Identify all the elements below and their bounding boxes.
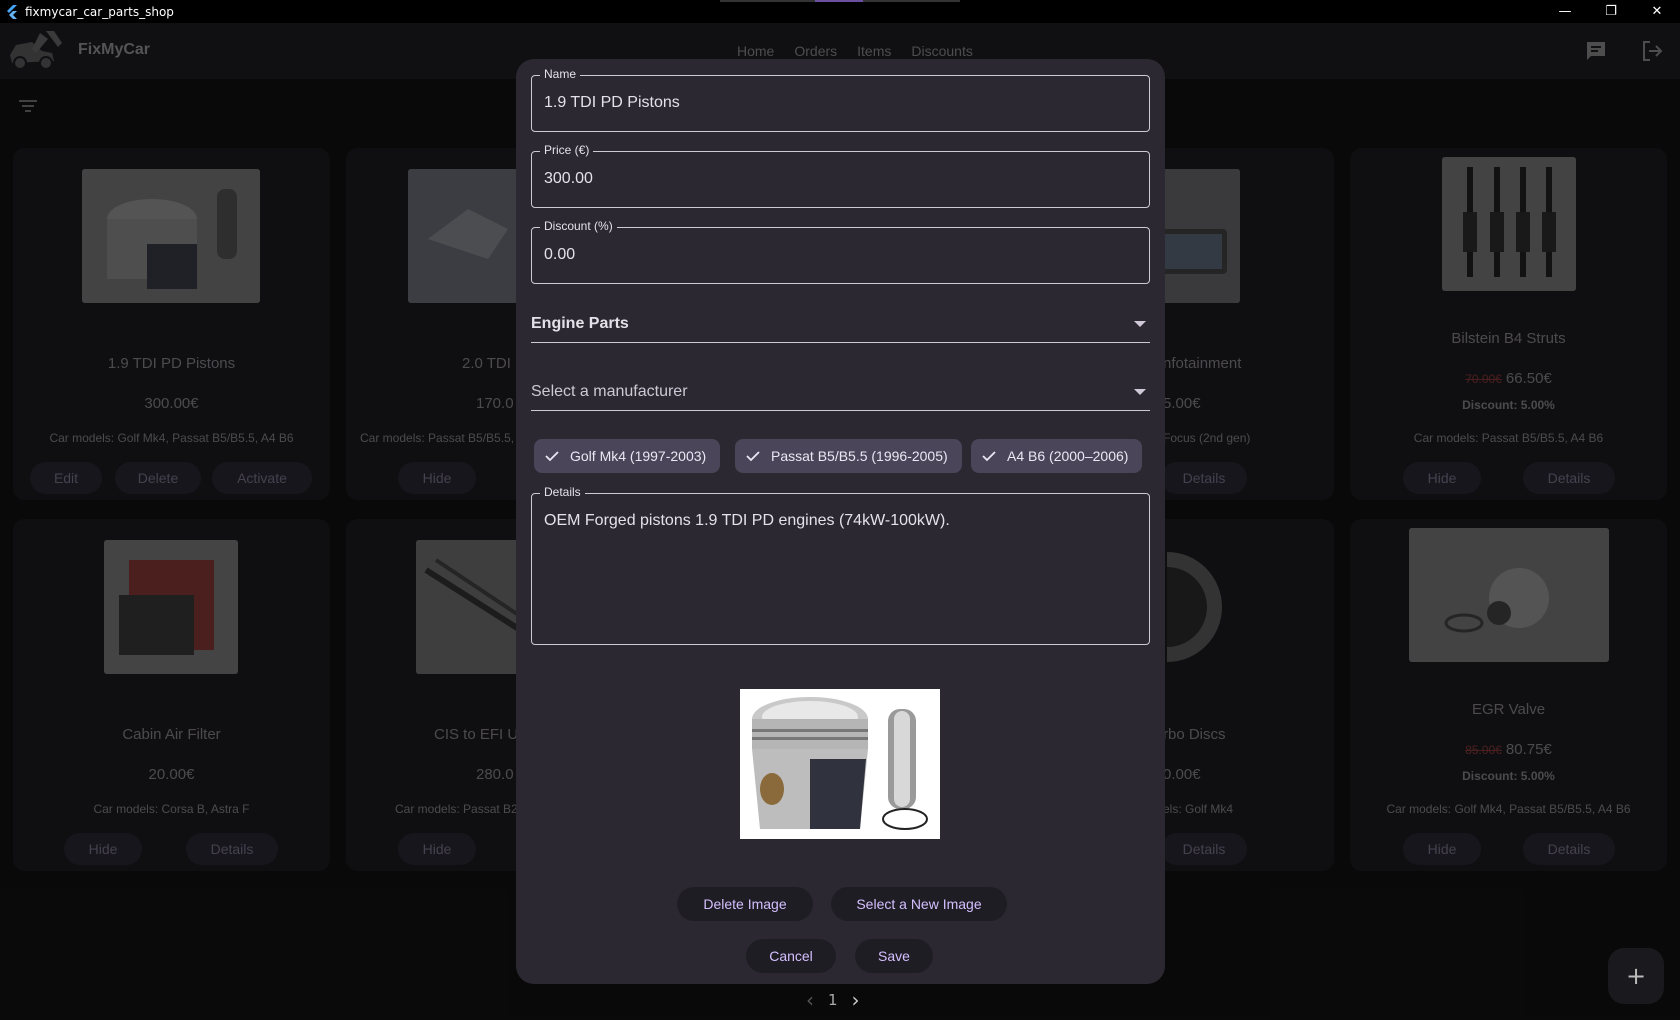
check-icon	[545, 451, 559, 462]
chip-a4-b6[interactable]: A4 B6 (2000–2006)	[971, 439, 1143, 473]
edit-item-dialog: Name 1.9 TDI PD Pistons Price (€) 300.00…	[516, 59, 1165, 984]
save-button[interactable]: Save	[855, 939, 933, 973]
cancel-button[interactable]: Cancel	[746, 939, 836, 973]
next-page-chevron-icon[interactable]: ›	[852, 988, 860, 1012]
restore-button[interactable]: ❐	[1588, 0, 1634, 23]
flutter-app-icon	[7, 4, 17, 19]
titlebar-accent	[720, 0, 960, 2]
chip-label: A4 B6 (2000–2006)	[1007, 448, 1129, 464]
check-icon	[982, 451, 996, 462]
add-item-button[interactable]: +	[1608, 948, 1664, 1004]
prev-page-chevron-icon[interactable]: ‹	[806, 988, 814, 1012]
details-label: Details	[540, 485, 585, 499]
chip-passat-b5[interactable]: Passat B5/B5.5 (1996-2005)	[735, 439, 962, 473]
delete-image-button[interactable]: Delete Image	[677, 887, 813, 921]
price-label: Price (€)	[540, 143, 594, 157]
pagination: ‹ 1 ›	[806, 988, 860, 1012]
dropdown-arrow-icon	[1134, 389, 1146, 395]
chip-label: Passat B5/B5.5 (1996-2005)	[771, 448, 948, 464]
price-field[interactable]: Price (€) 300.00	[531, 143, 1150, 208]
chip-golf-mk4[interactable]: Golf Mk4 (1997-2003)	[534, 439, 721, 473]
manufacturer-dropdown[interactable]: Select a manufacturer	[531, 377, 1150, 411]
discount-value[interactable]: 0.00	[544, 246, 575, 264]
dropdown-arrow-icon	[1134, 321, 1146, 327]
name-field[interactable]: Name 1.9 TDI PD Pistons	[531, 67, 1150, 132]
minimize-button[interactable]: —	[1542, 0, 1588, 23]
name-value[interactable]: 1.9 TDI PD Pistons	[544, 94, 680, 112]
discount-label: Discount (%)	[540, 219, 617, 233]
details-value[interactable]: OEM Forged pistons 1.9 TDI PD engines (7…	[544, 512, 950, 530]
discount-field[interactable]: Discount (%) 0.00	[531, 219, 1150, 284]
price-value[interactable]: 300.00	[544, 170, 593, 188]
category-value: Engine Parts	[531, 315, 629, 332]
manufacturer-placeholder: Select a manufacturer	[531, 383, 688, 400]
chip-label: Golf Mk4 (1997-2003)	[570, 448, 707, 464]
details-field[interactable]: Details OEM Forged pistons 1.9 TDI PD en…	[531, 485, 1150, 645]
current-page: 1	[828, 991, 838, 1009]
window-titlebar: fixmycar_car_parts_shop — ❐ ✕	[0, 0, 1680, 23]
item-image-preview	[740, 689, 940, 839]
category-dropdown[interactable]: Engine Parts	[531, 309, 1150, 343]
close-window-button[interactable]: ✕	[1634, 0, 1680, 23]
select-new-image-button[interactable]: Select a New Image	[831, 887, 1007, 921]
window-title: fixmycar_car_parts_shop	[25, 4, 174, 19]
name-label: Name	[540, 67, 581, 81]
check-icon	[746, 451, 760, 462]
